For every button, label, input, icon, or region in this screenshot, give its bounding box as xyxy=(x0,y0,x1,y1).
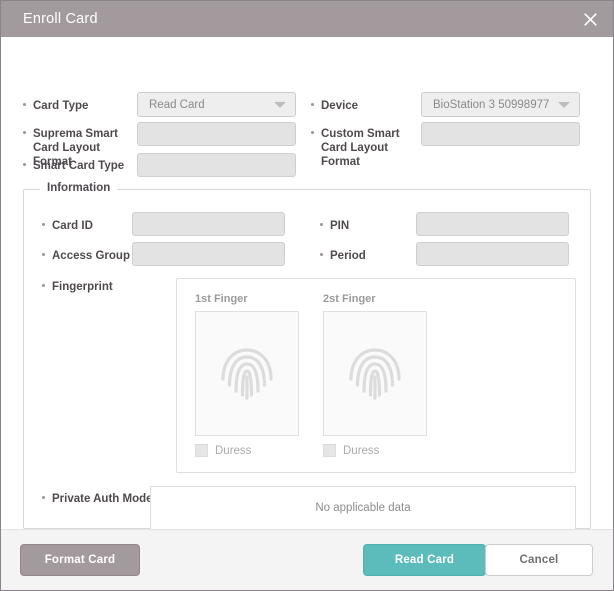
private-auth-mode-label: Private Auth Mode xyxy=(42,492,153,506)
fingerprint-2-scan-area[interactable] xyxy=(323,311,427,436)
device-value: BioStation 3 50998977 (1… xyxy=(433,98,552,111)
fingerprint-1-duress-checkbox[interactable]: Duress xyxy=(195,444,299,457)
bullet-icon xyxy=(42,223,45,226)
bullet-icon xyxy=(311,103,314,106)
fingerprint-1-caption: 1st Finger xyxy=(195,293,248,305)
private-auth-mode-empty-text: No applicable data xyxy=(315,502,411,514)
chevron-down-icon xyxy=(274,101,286,108)
fingerprint-2-caption: 2st Finger xyxy=(323,293,376,305)
information-legend: Information xyxy=(40,182,118,194)
fingerprint-slot-1: 1st Finger Duress xyxy=(195,293,299,457)
smart-card-type-input[interactable] xyxy=(137,153,296,177)
card-id-label: Card ID xyxy=(42,219,93,233)
bullet-icon xyxy=(42,284,45,287)
bullet-icon xyxy=(23,103,26,106)
custom-layout-format-label: Custom Smart Card Layout Format xyxy=(311,127,421,169)
private-auth-mode-panel: No applicable data xyxy=(150,486,576,530)
fingerprint-icon xyxy=(221,347,273,400)
checkbox-icon xyxy=(195,444,208,457)
bullet-icon xyxy=(42,253,45,256)
access-group-label: Access Group xyxy=(42,249,130,263)
fingerprint-label: Fingerprint xyxy=(42,280,113,294)
close-icon[interactable] xyxy=(577,6,603,32)
information-group: Information Card ID PIN Access Group Per… xyxy=(23,182,591,530)
fingerprint-2-duress-checkbox[interactable]: Duress xyxy=(323,444,427,457)
bullet-icon xyxy=(42,496,45,499)
pin-label: PIN xyxy=(320,219,349,233)
card-id-input[interactable] xyxy=(132,212,285,236)
fingerprint-icon xyxy=(349,347,401,400)
bullet-icon xyxy=(320,223,323,226)
dialog-body: Card Type Read Card Suprema Smart Card L… xyxy=(1,37,613,530)
bullet-icon xyxy=(23,163,26,166)
enroll-card-dialog: Enroll Card Card Type Read Card Suprema … xyxy=(0,0,614,591)
period-input[interactable] xyxy=(416,242,569,266)
cancel-button[interactable]: Cancel xyxy=(485,544,593,576)
dialog-titlebar: Enroll Card xyxy=(1,1,613,37)
period-label: Period xyxy=(320,249,366,263)
fingerprint-1-duress-label: Duress xyxy=(215,444,252,457)
fingerprint-1-scan-area[interactable] xyxy=(195,311,299,436)
device-label: Device xyxy=(311,99,358,113)
card-type-label: Card Type xyxy=(23,99,88,113)
pin-input[interactable] xyxy=(416,212,569,236)
bullet-icon xyxy=(23,131,26,134)
bullet-icon xyxy=(311,131,314,134)
format-card-button[interactable]: Format Card xyxy=(20,544,140,576)
smart-card-type-label: Smart Card Type xyxy=(23,159,124,173)
read-card-button[interactable]: Read Card xyxy=(363,544,486,576)
fingerprint-panel: 1st Finger Duress 2st Finger Duress xyxy=(176,278,576,473)
access-group-input[interactable] xyxy=(132,242,285,266)
card-type-select[interactable]: Read Card xyxy=(137,92,296,117)
suprema-layout-format-input[interactable] xyxy=(137,122,296,146)
bullet-icon xyxy=(320,253,323,256)
custom-layout-format-input[interactable] xyxy=(421,122,580,146)
dialog-footer: Format Card Read Card Cancel xyxy=(1,529,613,590)
dialog-title: Enroll Card xyxy=(23,11,98,27)
card-type-value: Read Card xyxy=(149,98,205,111)
device-select[interactable]: BioStation 3 50998977 (1… xyxy=(421,92,580,117)
chevron-down-icon xyxy=(558,101,570,108)
checkbox-icon xyxy=(323,444,336,457)
fingerprint-slot-2: 2st Finger Duress xyxy=(323,293,427,457)
fingerprint-2-duress-label: Duress xyxy=(343,444,380,457)
